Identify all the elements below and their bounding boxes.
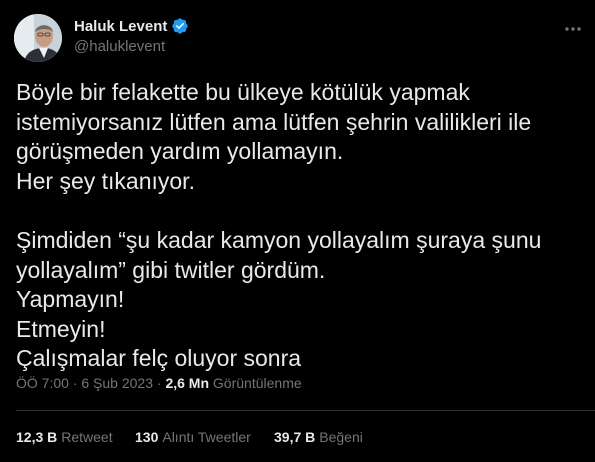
tweet-line: Böyle bir felakette bu ülkeye kötülük ya… xyxy=(16,79,470,105)
views-label: Görüntülenme xyxy=(212,375,302,391)
quotes-stat[interactable]: 130 Alıntı Tweetler xyxy=(135,429,274,445)
tweet-line: Her şey tıkanıyor. xyxy=(16,167,195,194)
tweet-time[interactable]: ÖÖ 7:00 xyxy=(16,375,69,391)
more-options-button[interactable] xyxy=(556,12,590,46)
tweet-meta: ÖÖ 7:00 · 6 Şub 2023 · 2,6 Mn Görüntülen… xyxy=(16,375,302,391)
tweet-line: Etmeyin! xyxy=(16,315,106,342)
divider xyxy=(16,410,595,411)
tweet-line: Yapmayın! xyxy=(16,286,125,313)
avatar-image xyxy=(14,14,62,62)
author-name-row[interactable]: Haluk Levent xyxy=(74,17,189,35)
likes-label: Beğeni xyxy=(319,429,363,445)
tweet-text: Böyle bir felakette bu ülkeye kötülük ya… xyxy=(16,78,581,374)
tweet-date[interactable]: 6 Şub 2023 xyxy=(81,375,153,391)
retweets-count: 12,3 B xyxy=(16,429,58,445)
tweet-line: yollayalım” gibi twitler gördüm. xyxy=(16,256,326,283)
quotes-count: 130 xyxy=(135,429,159,445)
quotes-label: Alıntı Tweetler xyxy=(162,429,251,445)
tweet-line: görüşmeden yardım yollamayın. xyxy=(16,138,344,165)
engagement-stats: 12,3 B Retweet 130 Alıntı Tweetler 39,7 … xyxy=(16,429,363,445)
author-handle[interactable]: @haluklevent xyxy=(74,38,165,55)
verified-badge-icon xyxy=(172,18,189,34)
likes-stat[interactable]: 39,7 B Beğeni xyxy=(274,429,363,445)
tweet-line: istemiyorsanız lütfen ama lütfen şehrin … xyxy=(16,108,532,135)
likes-count: 39,7 B xyxy=(274,429,316,445)
retweets-stat[interactable]: 12,3 B Retweet xyxy=(16,429,135,445)
author-name[interactable]: Haluk Levent xyxy=(74,18,167,35)
meta-separator: · xyxy=(72,375,78,391)
tweet: Haluk Levent @haluklevent Böyle bir fela… xyxy=(0,0,595,462)
meta-separator: · xyxy=(156,375,162,391)
tweet-line: Şimdiden “şu kadar kamyon yollayalım şur… xyxy=(16,226,542,253)
views-count: 2,6 Mn xyxy=(165,375,210,391)
more-icon xyxy=(565,27,581,31)
retweets-label: Retweet xyxy=(61,429,113,445)
tweet-line: Çalışmalar felç oluyor sonra xyxy=(16,345,302,372)
avatar[interactable] xyxy=(14,14,62,62)
